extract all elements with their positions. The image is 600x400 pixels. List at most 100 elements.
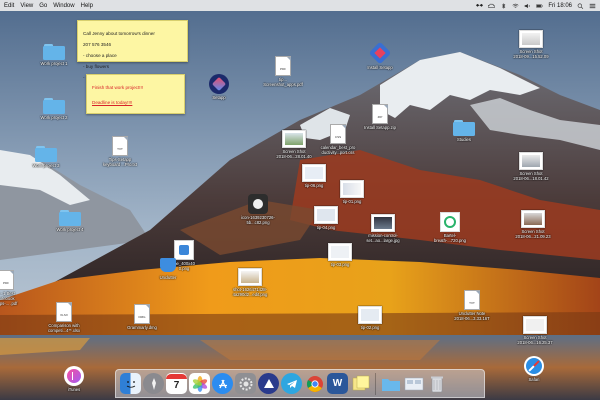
- desktop-item-mission-control[interactable]: mission-control- set...ao...large.jpg: [355, 214, 411, 243]
- image-icon: [238, 268, 262, 286]
- desktop-item-tip-pdf[interactable]: PDF tip... Screenshot_apps.pdf: [255, 56, 311, 87]
- desktop-item-tip-02[interactable]: tip-02.png: [342, 306, 398, 330]
- desktop-item-screenshot-2[interactable]: Screen Shot 2018-09...15.52.09: [503, 30, 559, 59]
- desktop-item-icon-png[interactable]: icon-1639230726- 5b...c82.png: [230, 194, 286, 225]
- desktop-item-label: Install Setapp.zip: [364, 125, 396, 130]
- document-icon: CSS: [330, 124, 346, 144]
- desktop-item-label: icon-1639230726- 5b...c82.png: [241, 215, 275, 225]
- screenshot-icon: [519, 152, 543, 170]
- app-store-icon[interactable]: [212, 373, 233, 394]
- menu-bar: Edit View Go Window Help Fri 18:06: [0, 0, 600, 11]
- menu-go[interactable]: Go: [39, 3, 47, 9]
- dropbox-icon[interactable]: [476, 3, 484, 9]
- desktop-item-comparison-xlsx[interactable]: XLSX Comparison with competi...4**.xlsx: [36, 302, 92, 333]
- desktop-item-label: Grammarly.dmg: [127, 325, 157, 330]
- desktop-item-screenshot-4[interactable]: Screen Shot 2018-06...21.09.23: [505, 210, 561, 239]
- setapp-icon: [209, 74, 229, 94]
- desktop-item-grammarly-dmg[interactable]: DMG Grammarly.dmg: [114, 304, 170, 330]
- desktop-item-label: 0 - 1 Best notebook Apps-... .pdf: [0, 291, 18, 306]
- document-icon: TXT: [112, 136, 128, 156]
- photos-icon[interactable]: [189, 373, 210, 394]
- screenshot-icon: [523, 316, 547, 334]
- desktop-item-install-setapp[interactable]: Install Setapp: [352, 41, 408, 70]
- desktop-item-label: Comparison with competi...4**.xlsx: [47, 323, 81, 333]
- desktop-item-label: iTunes: [67, 387, 81, 392]
- menu-edit[interactable]: Edit: [4, 3, 14, 9]
- document-icon: PDF: [275, 56, 291, 76]
- menu-view[interactable]: View: [20, 3, 33, 9]
- finder-icon[interactable]: [120, 373, 141, 394]
- desktop-folder-work-project-3[interactable]: Work project 3: [18, 146, 74, 168]
- desktop-item-label: Work project 2: [40, 115, 68, 120]
- notification-center-icon[interactable]: [589, 3, 596, 9]
- stickies-icon[interactable]: [350, 373, 371, 394]
- desktop-item-label: tip-04.png: [316, 225, 336, 230]
- desktop-item-label: Tips-Setapp keyboard ...Pro.txt: [103, 157, 137, 167]
- cloud-icon[interactable]: [488, 3, 496, 9]
- menu-help[interactable]: Help: [81, 3, 93, 9]
- sticky-note-work-project[interactable]: Finish that work project!!! Deadline is …: [86, 74, 185, 114]
- downloads-folder-icon[interactable]: [380, 373, 401, 394]
- dock: 7 W: [115, 369, 485, 398]
- desktop-item-shot-edit[interactable]: shot-1626471428- 4a290d2...edit.png: [222, 268, 278, 297]
- desktop-item-label: shot-1626471428- 4a290d2...edit.png: [232, 287, 268, 297]
- trash-icon[interactable]: [426, 373, 447, 394]
- desktop-item-label: Work project 3: [32, 163, 60, 168]
- desktop-folder-work-project-4[interactable]: Work project 4: [42, 210, 98, 232]
- desktop-item-itunes[interactable]: iTunes: [46, 366, 102, 392]
- battery-icon[interactable]: [536, 3, 544, 9]
- desktop-item-label: calendar_best_pro ductivity...port.css: [320, 145, 356, 155]
- folder-icon: [43, 98, 65, 114]
- desktop-item-tips-txt[interactable]: TXT Tips-Setapp keyboard ...Pro.txt: [92, 136, 148, 167]
- desktop-item-screenshot-5[interactable]: Screen Shot 2018-06...16.25.37: [507, 316, 563, 345]
- image-icon: [314, 206, 338, 224]
- sticky-line: Deadline is today!!!!: [92, 99, 133, 105]
- desktop-item-label: Screen Shot 2018-06...18.01.42: [513, 171, 549, 181]
- desktop-item-tip-03[interactable]: tip-03.png: [312, 243, 368, 267]
- setapp-icon[interactable]: [258, 373, 279, 394]
- desktop-item-screenshot-3[interactable]: Screen Shot 2018-06...18.01.42: [503, 152, 559, 181]
- desktop-item-safari[interactable]: Safari: [506, 356, 562, 382]
- bluetooth-icon[interactable]: [500, 2, 507, 9]
- calendar-icon[interactable]: 7: [166, 373, 187, 394]
- desktop-item-unclutter-note[interactable]: TXT Unclutter Note 2018-06...3.33.16T: [444, 290, 500, 321]
- desktop-item-label: Bartel- breath-...720.png: [434, 233, 466, 243]
- desktop-item-label: Screen Shot 2018-06...16.25.37: [517, 335, 553, 345]
- document-icon: PDF: [0, 270, 14, 290]
- desktop-item-setapp[interactable]: Setapp: [191, 74, 247, 100]
- document-icon: TXT: [464, 290, 480, 310]
- desktop-item-best-notebook[interactable]: PDF 0 - 1 Best notebook Apps-... .pdf: [0, 270, 34, 306]
- volume-icon[interactable]: [524, 3, 531, 9]
- preview-icon[interactable]: [403, 373, 424, 394]
- desktop-item-tip-01[interactable]: tip-01.png: [324, 180, 380, 204]
- desktop-item-label: tip-03.png: [330, 262, 350, 267]
- desktop-item-bartel-breath[interactable]: Bartel- breath-...720.png: [422, 212, 478, 243]
- word-icon[interactable]: W: [327, 373, 348, 394]
- desktop-item-unclutter[interactable]: Unclutter: [140, 256, 196, 280]
- telegram-icon[interactable]: [281, 373, 302, 394]
- desktop-item-tip-04[interactable]: tip-04.png: [298, 206, 354, 230]
- system-preferences-icon[interactable]: [235, 373, 256, 394]
- sticky-line: Call Jenny about tomorrow's dinner: [83, 30, 155, 36]
- desktop-item-install-setapp-zip[interactable]: ZIP Install Setapp.zip: [352, 104, 408, 130]
- menu-window[interactable]: Window: [53, 3, 74, 9]
- image-icon: [371, 214, 395, 232]
- sticky-note-dinner[interactable]: Call Jenny about tomorrow's dinner 207 5…: [77, 20, 188, 80]
- image-icon: [340, 180, 364, 198]
- desktop-item-label: Studies: [457, 137, 471, 142]
- launchpad-icon[interactable]: [143, 373, 164, 394]
- chrome-icon[interactable]: [304, 373, 325, 394]
- screenshot-icon: [519, 30, 543, 48]
- desktop-item-label: Screen Shot 2018-06...21.09.23: [515, 229, 551, 239]
- desktop-folder-work-project-1[interactable]: Work project 1: [26, 44, 82, 66]
- spotlight-icon[interactable]: [577, 3, 584, 9]
- safari-icon: [524, 356, 544, 376]
- menubar-clock[interactable]: Fri 18:06: [548, 3, 572, 9]
- desktop-item-label: Work project 4: [56, 227, 84, 232]
- unclutter-icon: [158, 256, 178, 274]
- folder-icon: [59, 210, 81, 226]
- desktop-folder-studies[interactable]: Studies: [436, 120, 492, 142]
- desktop-folder-work-project-2[interactable]: Work project 2: [26, 98, 82, 120]
- wifi-icon[interactable]: [512, 3, 519, 9]
- desktop-item-label: Safari: [528, 377, 540, 382]
